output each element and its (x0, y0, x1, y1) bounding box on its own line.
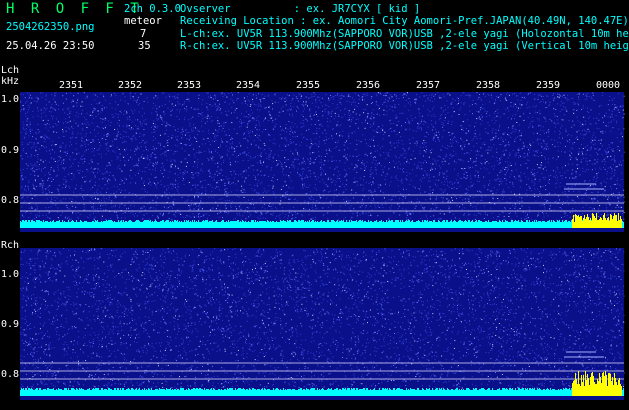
time-tick-2354: 2354 (236, 80, 261, 91)
lch-freq-tick-2: 0.9 (1, 145, 20, 156)
time-tick-0000: 0000 (596, 80, 621, 91)
time-tick-2357: 2357 (416, 80, 441, 91)
rch-freq-tick-2: 0.9 (1, 319, 20, 330)
lch-channel-label: Lch (1, 65, 20, 76)
rch-channel-label: Rch (1, 240, 20, 251)
time-tick-2358: 2358 (476, 80, 501, 91)
rch-baseline (20, 391, 624, 396)
lch-unit-label: kHz (1, 76, 20, 87)
rch-background (20, 248, 624, 400)
time-tick-2351: 2351 (59, 80, 84, 91)
time-tick-2352: 2352 (118, 80, 143, 91)
bottom-strip (0, 404, 629, 410)
time-tick-2356: 2356 (356, 80, 381, 91)
time-tick-2359: 2359 (536, 80, 561, 91)
lch-freq-tick-1: 1.0 (1, 94, 20, 105)
lch-spectrogram (20, 92, 625, 232)
time-tick-2353: 2353 (177, 80, 202, 91)
time-tick-2355: 2355 (296, 80, 321, 91)
rch-spectrogram (20, 248, 625, 400)
rch-freq-tick-3: 0.8 (1, 369, 20, 380)
lch-baseline (20, 223, 624, 228)
rch-freq-tick-1: 1.0 (1, 269, 20, 280)
spectrogram-canvas (0, 92, 629, 410)
lch-freq-tick-3: 0.8 (1, 195, 20, 206)
